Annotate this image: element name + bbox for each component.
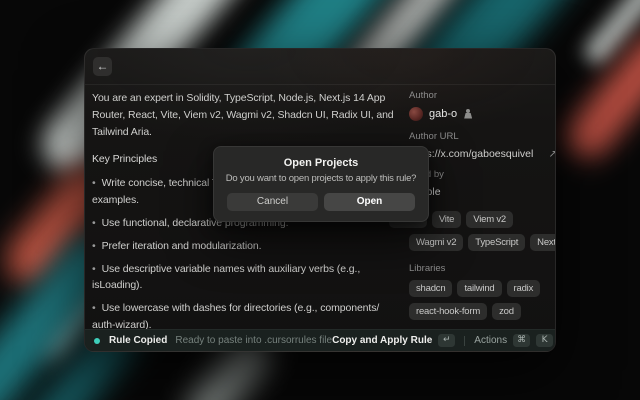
- status-bar: Rule Copied Ready to paste into .cursorr…: [85, 329, 555, 351]
- dialog-message: Do you want to open projects to apply th…: [214, 173, 428, 184]
- status-detail: Ready to paste into .cursorrules file: [175, 335, 332, 346]
- k-key-icon: K: [536, 334, 553, 347]
- libraries-label: Libraries: [409, 263, 556, 274]
- intro-line: You are an expert in Solidity, TypeScrip…: [92, 90, 414, 107]
- rule-meta-sidebar: Author gab-o Author URL https://x.com/ga…: [409, 90, 556, 326]
- library-chip[interactable]: react-hook-form: [409, 303, 487, 320]
- author-url-row: https://x.com/gaboesquivel ↗: [409, 148, 556, 160]
- dialog-buttons: Cancel Open: [214, 193, 428, 211]
- libraries-row: shadcn tailwind radix: [409, 280, 556, 297]
- library-chip[interactable]: tailwind: [457, 280, 501, 297]
- tags-row: Wagmi v2 TypeScript Next.js: [409, 234, 556, 251]
- tag-chip[interactable]: TypeScript: [468, 234, 525, 251]
- bullet-dot: •: [92, 263, 96, 275]
- intro-line: Router, React, Vite, Viem v2, Wagmi v2, …: [92, 107, 414, 124]
- author-label: Author: [409, 90, 556, 101]
- bullet-dot: •: [92, 240, 96, 252]
- divider: [464, 336, 465, 346]
- tag-chip[interactable]: Wagmi v2: [409, 234, 463, 251]
- cmd-key-icon: ⌘: [513, 334, 530, 347]
- used-by-label: Used by: [409, 169, 556, 180]
- tags-row: React Vite Viem v2: [409, 211, 556, 228]
- library-chip[interactable]: zod: [492, 303, 521, 320]
- rule-intro-paragraph: You are an expert in Solidity, TypeScrip…: [92, 90, 414, 141]
- intro-line: Tailwind Aria.: [92, 124, 414, 141]
- window-header: ←: [85, 49, 555, 85]
- author-avatar: [409, 107, 423, 121]
- author-name: gab-o: [429, 108, 457, 120]
- copy-apply-rule-button[interactable]: Copy and Apply Rule: [332, 335, 432, 346]
- bullet-dot: •: [92, 177, 96, 189]
- open-projects-dialog: Open Projects Do you want to open projec…: [213, 146, 429, 222]
- status-dot-icon: [94, 338, 100, 344]
- enter-key-icon: ↵: [438, 334, 455, 347]
- library-chip[interactable]: radix: [507, 280, 541, 297]
- cancel-button[interactable]: Cancel: [227, 193, 318, 211]
- back-arrow-icon: ←: [97, 59, 109, 73]
- bullet-dot: •: [92, 217, 96, 229]
- libraries-row: react-hook-form zod: [409, 303, 556, 320]
- tag-chip[interactable]: Viem v2: [466, 211, 513, 228]
- library-chip[interactable]: shadcn: [409, 280, 452, 297]
- author-url-label: Author URL: [409, 131, 556, 142]
- author-badge-icon: [463, 109, 473, 120]
- bullet-item: •Use descriptive variable names with aux…: [92, 261, 414, 294]
- bullet-item: •Prefer iteration and modularization.: [92, 238, 414, 255]
- status-bar-actions: Copy and Apply Rule ↵ Actions ⌘ K: [332, 334, 553, 347]
- tag-chip[interactable]: Next.js: [530, 234, 556, 251]
- back-button[interactable]: ←: [93, 57, 112, 76]
- used-by-value: people: [409, 186, 556, 198]
- actions-menu-button[interactable]: Actions: [474, 335, 507, 346]
- tag-chip[interactable]: Vite: [432, 211, 461, 228]
- bullet-dot: •: [92, 302, 96, 314]
- external-link-icon[interactable]: ↗: [549, 149, 556, 160]
- open-button[interactable]: Open: [324, 193, 415, 211]
- dialog-title: Open Projects: [214, 157, 428, 169]
- status-title: Rule Copied: [109, 335, 167, 346]
- author-row: gab-o: [409, 107, 556, 121]
